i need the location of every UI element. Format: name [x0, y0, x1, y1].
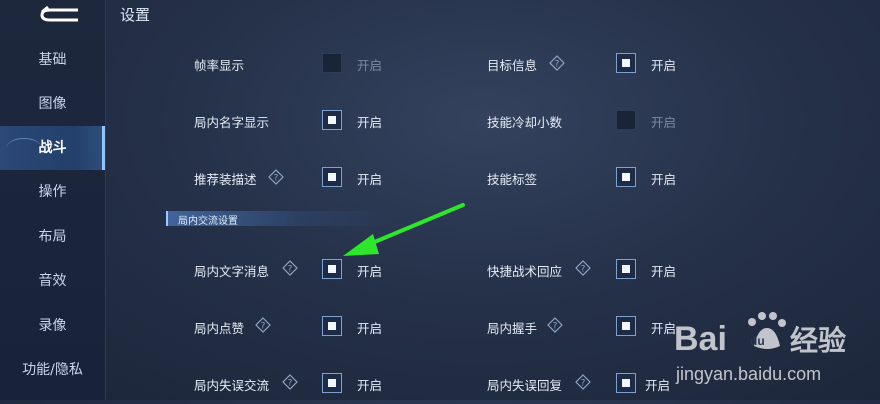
target-info-label: 目标信息: [487, 58, 538, 73]
mistake-comm-on-label: 开启: [357, 378, 383, 393]
skill-cooldown-on-label: 开启: [651, 115, 677, 130]
baidu-watermark: Bai du 经验 jingyan.baidu.com: [672, 302, 880, 400]
sidebar-item-image[interactable]: 图像: [0, 82, 105, 126]
svg-text:Bai: Bai: [674, 320, 727, 358]
skill-cooldown-label: 技能冷却小数: [487, 115, 563, 130]
svg-text:?: ?: [274, 174, 279, 184]
sidebar-item-layout[interactable]: 布局: [0, 215, 105, 259]
skill-tag-on-label: 开启: [651, 172, 677, 187]
svg-text:?: ?: [261, 322, 266, 332]
sidebar: 基础 图像 战斗 操作 布局 音效 录像 功能/隐私: [0, 0, 106, 400]
target-info-checkbox[interactable]: [616, 53, 636, 73]
quick-reply-checkbox[interactable]: [616, 259, 636, 279]
baidu-logo: Bai du 经验 jingyan.baidu.com: [674, 312, 846, 384]
mistake-comm-label: 局内失误交流: [194, 378, 270, 393]
sidebar-item-controls[interactable]: 操作: [0, 170, 105, 214]
recommend-desc-on-label: 开启: [357, 172, 383, 187]
svg-text:?: ?: [581, 379, 586, 389]
svg-text:?: ?: [553, 322, 558, 332]
mistake-reply-on-label: 开启: [645, 378, 671, 393]
frame-rate-checkbox[interactable]: [322, 53, 342, 73]
text-message-label: 局内文字消息: [194, 264, 270, 279]
help-icon[interactable]: ?: [575, 260, 591, 276]
skill-tag-label: 技能标签: [487, 172, 538, 187]
ingame-name-on-label: 开启: [357, 115, 383, 130]
ingame-name-checkbox[interactable]: [322, 110, 342, 130]
skill-tag-checkbox[interactable]: [616, 167, 636, 187]
annotation-arrow: [343, 203, 465, 256]
svg-text:经验: 经验: [790, 324, 846, 357]
svg-text:du: du: [750, 334, 765, 348]
handshake-checkbox[interactable]: [616, 316, 636, 336]
svg-text:?: ?: [288, 265, 293, 275]
sidebar-item-privacy[interactable]: 功能/隐私: [0, 348, 105, 392]
sidebar-item-battle[interactable]: 战斗: [0, 126, 105, 170]
svg-text:?: ?: [581, 265, 586, 275]
help-icon[interactable]: ?: [282, 374, 298, 390]
svg-text:?: ?: [555, 60, 560, 70]
mistake-comm-checkbox[interactable]: [322, 373, 342, 393]
help-icon[interactable]: ?: [282, 260, 298, 276]
ingame-name-label: 局内名字显示: [194, 115, 270, 130]
quick-reply-on-label: 开启: [651, 264, 677, 279]
handshake-label: 局内握手: [487, 321, 538, 336]
help-icon[interactable]: ?: [255, 317, 271, 333]
help-icon[interactable]: ?: [549, 55, 565, 71]
skill-cooldown-checkbox[interactable]: [616, 110, 636, 130]
help-icon[interactable]: ?: [268, 169, 284, 185]
sidebar-item-replay[interactable]: 录像: [0, 304, 105, 348]
target-info-on-label: 开启: [651, 58, 677, 73]
svg-text:jingyan.baidu.com: jingyan.baidu.com: [675, 364, 821, 384]
quick-reply-label: 快捷战术回应: [487, 264, 563, 279]
text-message-on-label: 开启: [357, 264, 383, 279]
mistake-reply-label: 局内失误回复: [487, 378, 563, 393]
sidebar-item-basic[interactable]: 基础: [0, 38, 105, 82]
help-icon[interactable]: ?: [547, 317, 563, 333]
help-icon[interactable]: ?: [575, 374, 591, 390]
page-title: 设置: [120, 6, 151, 24]
mistake-reply-checkbox[interactable]: [616, 373, 636, 393]
svg-text:?: ?: [288, 379, 293, 389]
section-title: 局内交流设置: [178, 216, 238, 227]
sidebar-item-sound[interactable]: 音效: [0, 259, 105, 303]
like-label: 局内点赞: [194, 321, 245, 336]
back-icon[interactable]: [36, 4, 84, 26]
recommend-desc-checkbox[interactable]: [322, 167, 342, 187]
like-on-label: 开启: [357, 321, 383, 336]
frame-rate-label: 帧率显示: [194, 58, 245, 73]
frame-rate-on-label: 开启: [357, 58, 383, 73]
recommend-desc-label: 推荐装描述: [194, 172, 257, 187]
like-checkbox[interactable]: [322, 316, 342, 336]
text-message-checkbox[interactable]: [322, 259, 342, 279]
